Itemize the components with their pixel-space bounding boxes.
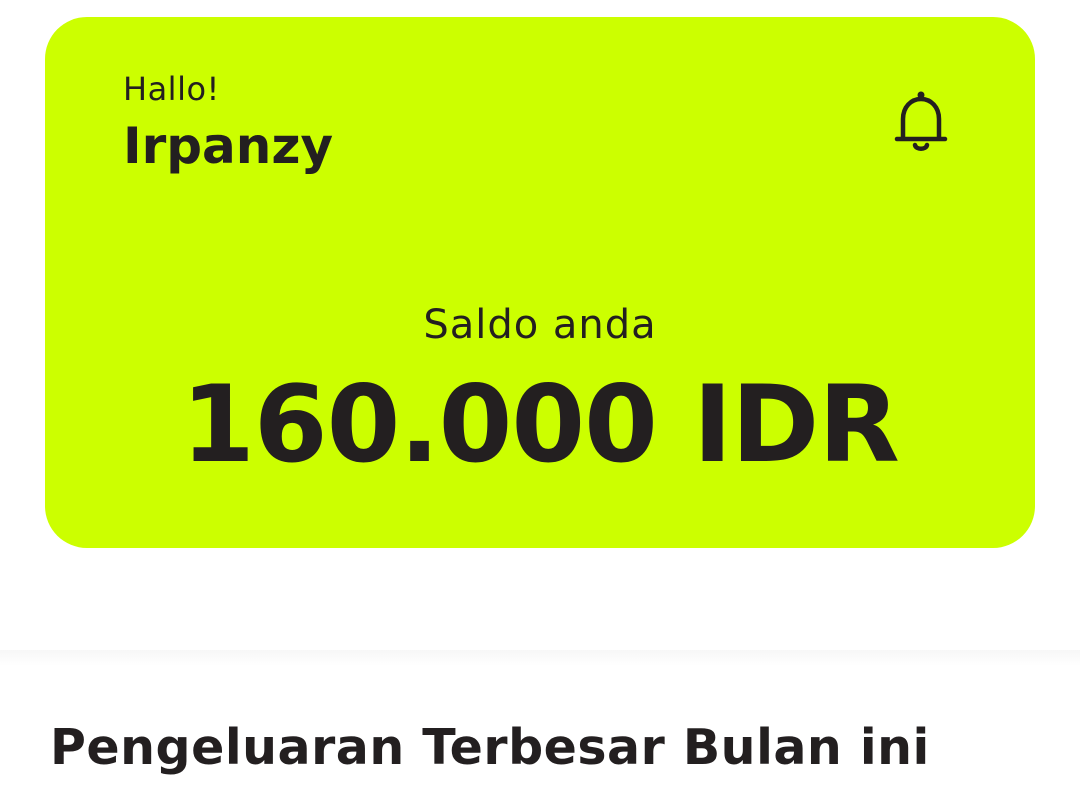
balance-amount: 160.000 IDR	[181, 363, 900, 486]
balance-label: Saldo anda	[423, 302, 657, 348]
section-divider	[0, 650, 1080, 666]
greeting-text: Hallo!	[123, 70, 220, 108]
username: Irpanzy	[123, 117, 334, 175]
balance-card: Hallo! Irpanzy Saldo anda 160.000 IDR	[45, 17, 1035, 548]
bell-icon[interactable]	[893, 89, 949, 155]
section-title: Pengeluaran Terbesar Bulan ini	[50, 719, 930, 776]
